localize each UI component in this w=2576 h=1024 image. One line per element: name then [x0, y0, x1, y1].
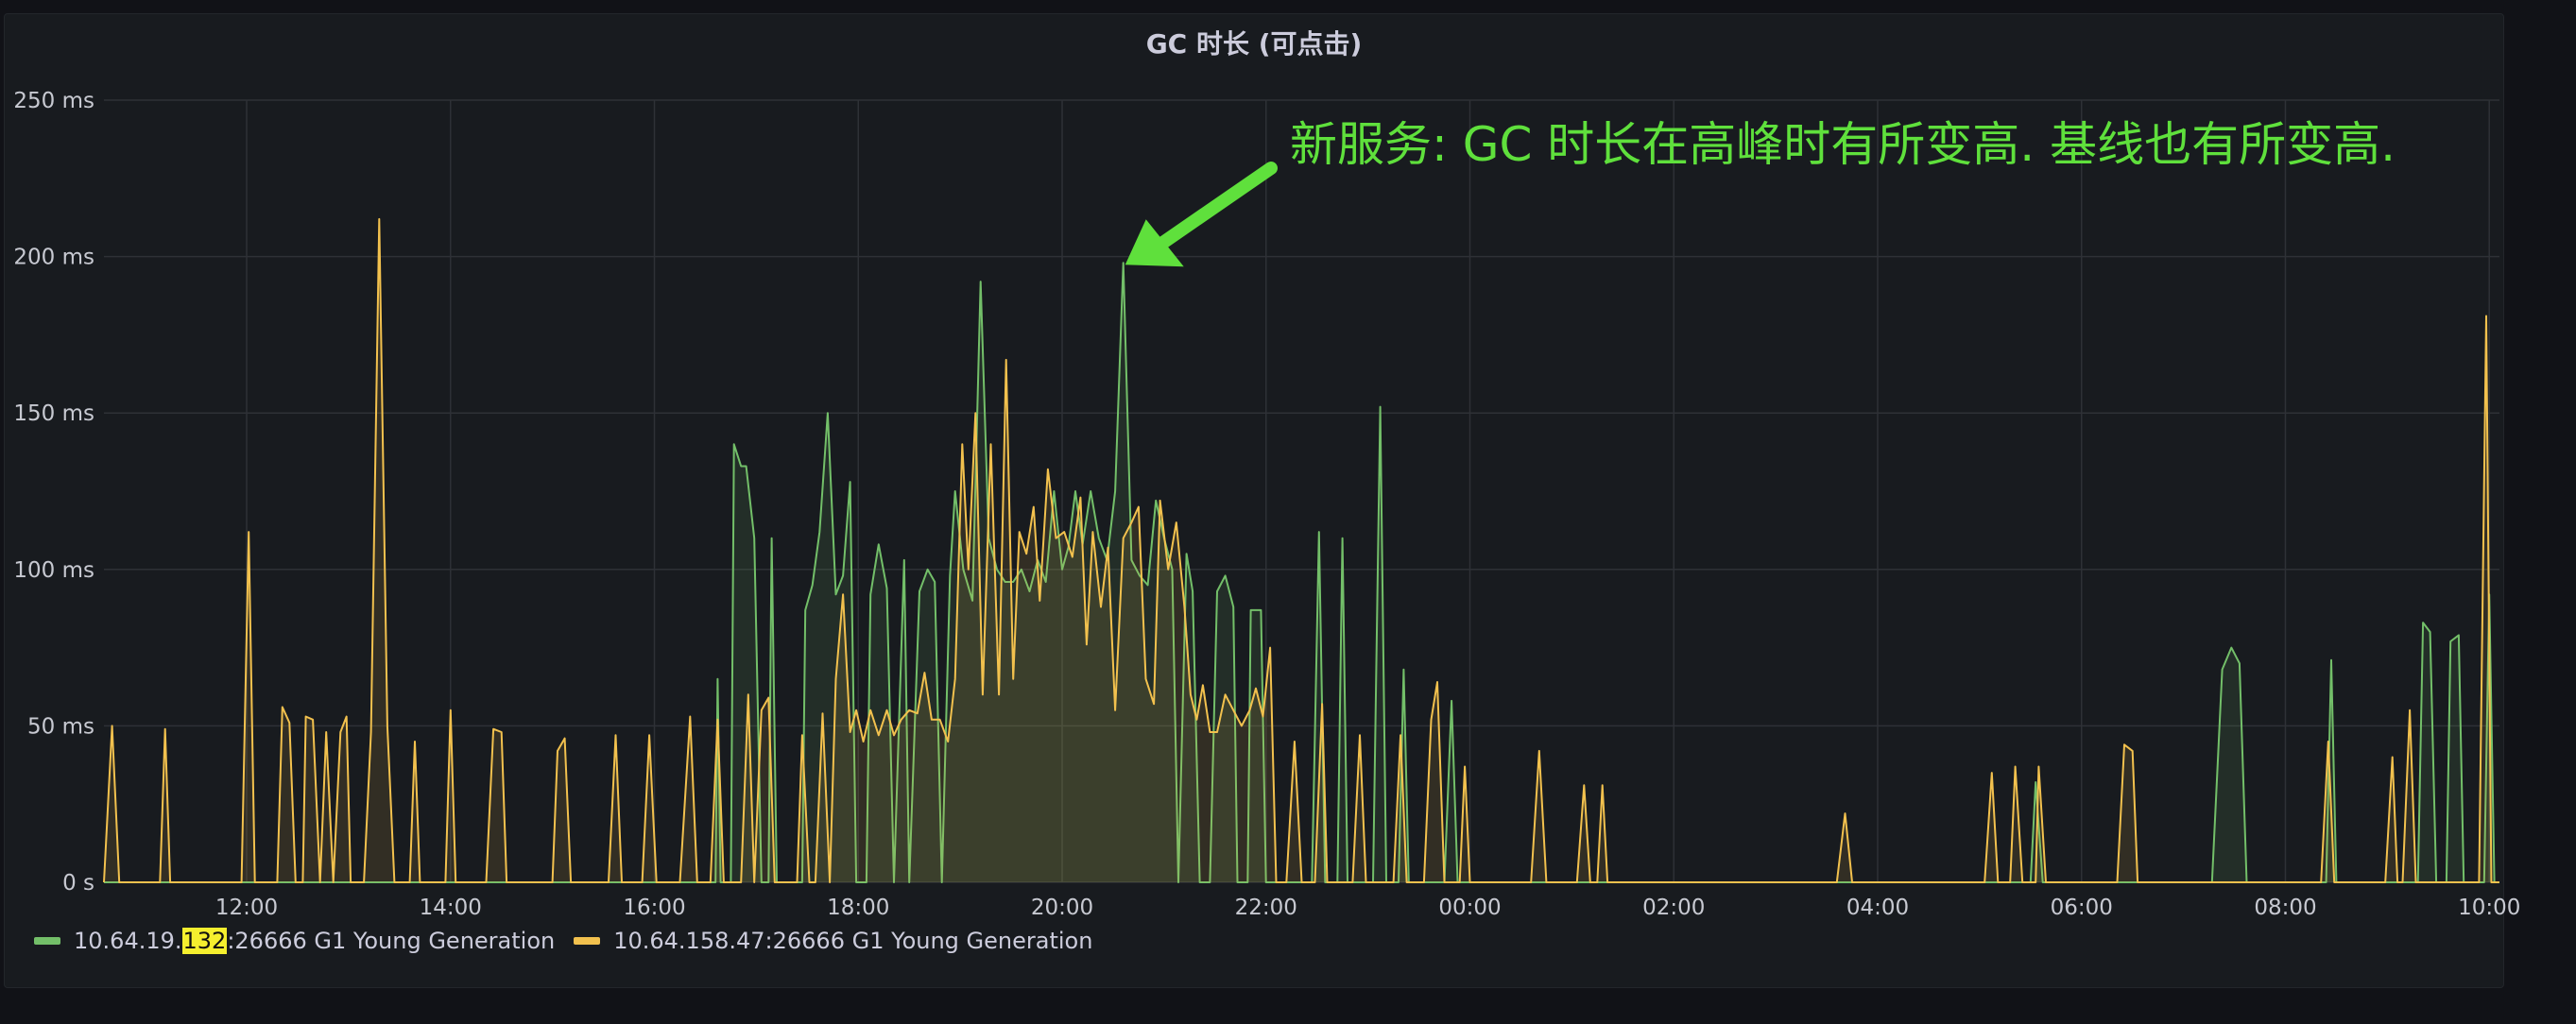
- x-tick-label: 20:00: [1031, 896, 1093, 920]
- legend-label-part-1: 10.64.19.: [74, 928, 182, 954]
- legend-item-series-2[interactable]: 10.64.158.47:26666 G1 Young Generation: [574, 928, 1092, 954]
- series-2-area: [104, 218, 2499, 882]
- legend-label-series-1: 10.64.19.132:26666 G1 Young Generation: [74, 928, 555, 954]
- legend: 10.64.19.132:26666 G1 Young Generation 1…: [34, 928, 1092, 954]
- legend-label-part-3: :26666 G1 Young Generation: [227, 928, 556, 954]
- x-tick-label: 22:00: [1235, 896, 1297, 920]
- annotation-arrow-shaft: [1154, 162, 1278, 251]
- x-tick-label: 04:00: [1846, 896, 1909, 920]
- x-tick-label: 16:00: [623, 896, 685, 920]
- annotation-text: 新服务: GC 时长在高峰时有所变高. 基线也有所变高.: [1290, 117, 2396, 172]
- legend-label-highlight: 132: [181, 928, 228, 954]
- x-tick-label: 14:00: [420, 896, 482, 920]
- legend-swatch-series-1: [34, 937, 60, 945]
- series-2-line: [103, 217, 2499, 883]
- x-tick-label: 10:00: [2458, 896, 2520, 920]
- x-tick-label: 18:00: [827, 896, 889, 920]
- series-1-area: [104, 263, 2499, 882]
- legend-item-series-1[interactable]: 10.64.19.132:26666 G1 Young Generation: [34, 928, 555, 954]
- legend-label-series-2: 10.64.158.47:26666 G1 Young Generation: [613, 928, 1093, 954]
- gc-duration-chart: 0 s 50 ms 100 ms 150 ms 200 ms 250 ms 12:00 14:…: [13, 89, 2520, 920]
- x-tick-label: 12:00: [215, 896, 278, 920]
- y-tick-label: 50 ms: [27, 714, 94, 739]
- legend-swatch-series-2: [574, 937, 601, 945]
- x-tick-label: 02:00: [1642, 896, 1705, 920]
- x-tick-label: 00:00: [1438, 896, 1501, 920]
- x-tick-label: 08:00: [2254, 896, 2316, 920]
- y-tick-label: 0 s: [62, 871, 94, 896]
- y-tick-label: 250 ms: [13, 89, 94, 113]
- x-tick-label: 06:00: [2051, 896, 2113, 920]
- y-tick-label: 150 ms: [13, 401, 94, 426]
- y-tick-label: 100 ms: [13, 558, 94, 583]
- y-tick-label: 200 ms: [13, 246, 94, 270]
- series-1-line: [104, 262, 2499, 883]
